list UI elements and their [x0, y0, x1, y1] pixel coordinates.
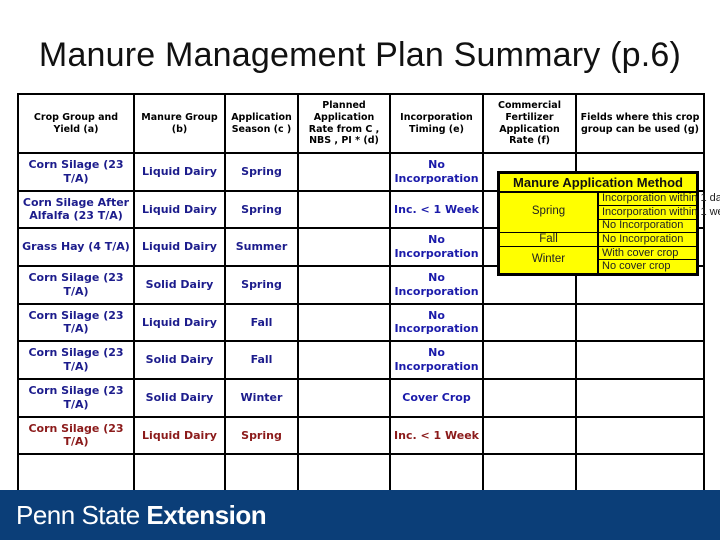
brand-bold-text: Extension — [146, 500, 267, 530]
cell-incorporation: No Incorporation — [389, 340, 484, 380]
cell-manure-group: Solid Dairy — [133, 340, 226, 380]
cell-application-rate — [297, 227, 391, 267]
cell-manure-group: Liquid Dairy — [133, 152, 226, 192]
legend-method: Incorporation within 1 day — [597, 190, 720, 207]
cell-crop-group — [17, 453, 135, 493]
cell-season: Spring — [224, 264, 299, 305]
table-row: Corn Silage (23 T/A) Solid Dairy Winter Cov… — [17, 377, 705, 418]
cell-season: Spring — [224, 189, 299, 230]
cell-fields — [575, 415, 705, 456]
header-crop-group: Crop Group and Yield (a) — [17, 93, 135, 154]
legend-row: Spring Incorporation within 1 day — [499, 190, 720, 233]
cell-application-rate — [297, 453, 391, 493]
cell-fertilizer-rate — [482, 377, 577, 418]
legend-method: No Incorporation — [597, 218, 697, 233]
cell-fertilizer-rate — [482, 415, 577, 456]
cell-manure-group: Liquid Dairy — [133, 302, 226, 343]
cell-season: Spring — [224, 415, 299, 456]
cell-season — [224, 453, 299, 493]
cell-manure-group — [133, 453, 226, 493]
cell-incorporation: Inc. < 1 Week — [389, 415, 484, 456]
cell-crop-group: Corn Silage After Alfalfa (23 T/A) — [17, 189, 135, 230]
cell-incorporation: No Incorporation — [389, 227, 484, 267]
cell-season: Fall — [224, 302, 299, 343]
legend-method: With cover crop — [597, 245, 697, 261]
slide-title: Manure Management Plan Summary (p.6) — [38, 36, 682, 74]
cell-manure-group: Solid Dairy — [133, 264, 226, 305]
brand-light-text: Penn State — [16, 500, 140, 530]
cell-crop-group: Corn Silage (23 T/A) — [17, 152, 135, 192]
cell-season: Fall — [224, 340, 299, 380]
legend-row: Fall No Incorporation — [499, 231, 697, 248]
header-manure-group: Manure Group (b) — [133, 93, 226, 154]
cell-incorporation: Cover Crop — [389, 377, 484, 418]
legend-season: Winter — [499, 246, 599, 274]
table-row: Corn Silage (23 T/A) Solid Dairy Fall No In… — [17, 340, 705, 380]
cell-fertilizer-rate — [482, 340, 577, 380]
cell-manure-group: Solid Dairy — [133, 377, 226, 418]
cell-crop-group: Corn Silage (23 T/A) — [17, 377, 135, 418]
cell-application-rate — [297, 415, 391, 456]
table-row: Corn Silage (23 T/A) Liquid Dairy Spring In… — [17, 415, 705, 456]
cell-manure-group: Liquid Dairy — [133, 227, 226, 267]
cell-crop-group: Grass Hay (4 T/A) — [17, 227, 135, 267]
cell-application-rate — [297, 377, 391, 418]
cell-incorporation: No Incorporation — [389, 152, 484, 192]
legend-title: Manure Application Method — [499, 173, 697, 193]
legend-method: Incorporation within 1 week — [597, 205, 720, 220]
cell-application-rate — [297, 340, 391, 380]
cell-fertilizer-rate — [482, 302, 577, 343]
cell-manure-group: Liquid Dairy — [133, 189, 226, 230]
legend-season: Spring — [499, 191, 599, 233]
header-application-rate: Planned Application Rate from C , NBS , … — [297, 93, 391, 154]
cell-fields — [575, 377, 705, 418]
cell-crop-group: Corn Silage (23 T/A) — [17, 415, 135, 456]
cell-application-rate — [297, 264, 391, 305]
header-incorporation-timing: Incorporation Timing (e) — [389, 93, 484, 154]
footer-bar: Penn State Extension — [0, 490, 720, 540]
header-fertilizer-rate: Commercial Fertilizer Application Rate (… — [482, 93, 577, 154]
table-row: Corn Silage (23 T/A) Liquid Dairy Fall No I… — [17, 302, 705, 343]
penn-state-extension-logo: Penn State Extension — [16, 500, 267, 531]
table-header-row: Crop Group and Yield (a) Manure Group (b… — [17, 93, 705, 154]
cell-manure-group: Liquid Dairy — [133, 415, 226, 456]
legend-method: No Incorporation — [597, 231, 697, 248]
legend-method: No cover crop — [597, 259, 697, 274]
cell-crop-group: Corn Silage (23 T/A) — [17, 302, 135, 343]
cell-season: Summer — [224, 227, 299, 267]
cell-application-rate — [297, 302, 391, 343]
cell-crop-group: Corn Silage (23 T/A) — [17, 264, 135, 305]
cell-fields — [575, 340, 705, 380]
cell-incorporation — [389, 453, 484, 493]
cell-application-rate — [297, 152, 391, 192]
legend-row: Winter With cover crop — [499, 245, 697, 274]
table-row — [17, 453, 705, 493]
cell-fertilizer-rate — [482, 453, 577, 493]
cell-season: Winter — [224, 377, 299, 418]
cell-crop-group: Corn Silage (23 T/A) — [17, 340, 135, 380]
manure-plan-table: Crop Group and Yield (a) Manure Group (b… — [17, 93, 705, 493]
header-application-season: Application Season (c ) — [224, 93, 299, 154]
cell-incorporation: No Incorporation — [389, 264, 484, 305]
legend-season: Fall — [499, 231, 599, 248]
cell-fields — [575, 453, 705, 493]
cell-application-rate — [297, 189, 391, 230]
cell-fields — [575, 302, 705, 343]
cell-incorporation: No Incorporation — [389, 302, 484, 343]
manure-application-method-legend: Manure Application Method Spring Incorpor… — [497, 171, 720, 276]
cell-incorporation: Inc. < 1 Week — [389, 189, 484, 230]
header-fields: Fields where this crop group can be used… — [575, 93, 705, 154]
cell-season: Spring — [224, 152, 299, 192]
